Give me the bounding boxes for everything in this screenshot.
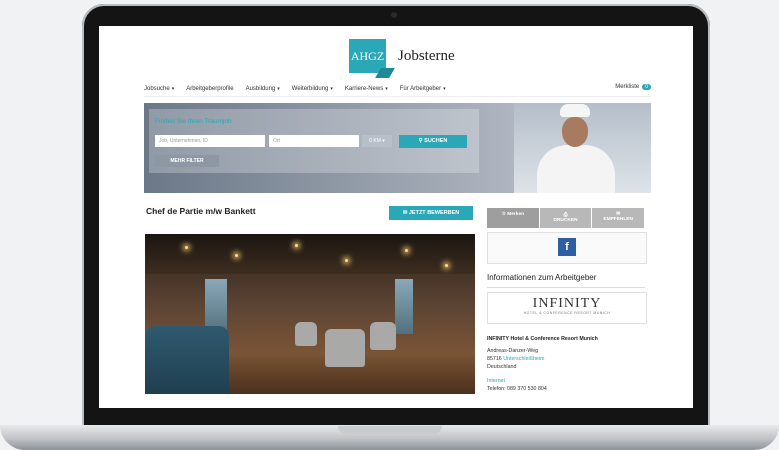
nav-item-arbeitgeberprofile[interactable]: Arbeitgeberprofile xyxy=(186,86,233,92)
radius-select[interactable]: 0 KM ▾ xyxy=(362,135,392,147)
ahgz-logo-badge: AHGZ xyxy=(349,39,386,73)
nav-item-ausbildung[interactable]: Ausbildung ▾ xyxy=(246,86,280,92)
search-button[interactable]: ⚲ SUCHEN xyxy=(399,135,467,148)
drucken-tab[interactable]: ⎙ DRUCKEN xyxy=(539,208,592,228)
facebook-icon[interactable]: f xyxy=(558,238,576,256)
apply-button[interactable]: ✉ JETZT BEWERBEN xyxy=(389,206,473,220)
chef-image xyxy=(514,103,651,193)
search-title: Finden Sie Ihren Traumjob xyxy=(155,118,232,125)
ceiling-light xyxy=(445,264,448,267)
employer-logo-text: INFINITY xyxy=(532,296,602,311)
ceiling-light xyxy=(235,254,238,257)
chef-face xyxy=(562,117,588,147)
location-input[interactable]: Ort xyxy=(269,135,359,147)
star-icon: ☆ xyxy=(501,212,506,217)
webcam xyxy=(391,12,397,18)
chevron-down-icon: ▾ xyxy=(382,138,385,144)
site-name: Jobsterne xyxy=(398,47,455,64)
divider xyxy=(487,287,645,288)
caret-down-icon: ▾ xyxy=(277,86,280,92)
ceiling-light xyxy=(405,249,408,252)
merkliste-link[interactable]: Merkliste 0 xyxy=(615,84,651,90)
nav-item-jobsuche[interactable]: Jobsuche ▾ xyxy=(144,86,174,92)
caret-down-icon: ▾ xyxy=(330,86,333,92)
city-link[interactable]: Unterschleißheim xyxy=(503,356,544,362)
internet-link[interactable]: Internet xyxy=(487,378,505,384)
address-street: Andreas-Danzer-Weg xyxy=(487,348,539,354)
empfehlen-tab[interactable]: ✉ EMPFEHLEN xyxy=(592,208,645,228)
employer-info-title: Informationen zum Arbeitgeber xyxy=(487,273,597,282)
ceiling-light xyxy=(345,259,348,262)
ceiling-light xyxy=(185,246,188,249)
job-actions: ☆ Merken ⎙ DRUCKEN ✉ EMPFEHLEN xyxy=(487,208,645,228)
mail-icon: ✉ xyxy=(402,210,408,216)
search-icon: ⚲ xyxy=(418,138,423,144)
chef-jacket xyxy=(537,145,615,193)
search-hero: Finden Sie Ihren Traumjob Job, Unternehm… xyxy=(144,103,651,193)
hotel-photo xyxy=(145,234,475,394)
nav-item-weiterbildung[interactable]: Weiterbildung ▾ xyxy=(292,86,333,92)
keyword-input[interactable]: Job, Unternehmen, ID xyxy=(155,135,265,147)
company-name: INFINITY Hotel & Conference Resort Munic… xyxy=(487,336,598,342)
laptop-frame: AHGZ Jobsterne Jobsuche ▾ Arbeitgeberprof… xyxy=(82,4,710,432)
main-nav: Jobsuche ▾ Arbeitgeberprofile Ausbildung ▾… xyxy=(144,82,651,97)
browser-screen: AHGZ Jobsterne Jobsuche ▾ Arbeitgeberprof… xyxy=(99,26,693,408)
address-city-line: 85716 Unterschleißheim xyxy=(487,356,545,362)
merken-tab[interactable]: ☆ Merken xyxy=(487,208,539,228)
photo-armchair xyxy=(325,329,365,367)
employer-logo[interactable]: INFINITY HOTEL & CONFERENCE RESORT MUNIC… xyxy=(487,292,647,324)
caret-down-icon: ▾ xyxy=(385,86,388,92)
chef-hat xyxy=(560,104,590,117)
photo-armchair xyxy=(370,322,396,350)
caret-down-icon: ▾ xyxy=(171,86,175,92)
social-share-box: f xyxy=(487,232,647,264)
photo-armchair xyxy=(295,322,317,346)
site-logo[interactable]: AHGZ Jobsterne xyxy=(349,39,455,73)
photo-window xyxy=(395,279,413,334)
address-country: Deutschland xyxy=(487,364,517,370)
nav-item-karriere-news[interactable]: Karriere-News ▾ xyxy=(345,86,388,92)
phone-number: Telefon: 089 370 530 804 xyxy=(487,386,547,392)
more-filter-button[interactable]: MEHR FILTER xyxy=(155,155,219,167)
ceiling-light xyxy=(295,244,298,247)
laptop-notch xyxy=(338,426,442,434)
photo-sofa xyxy=(145,326,229,394)
caret-down-icon: ▾ xyxy=(443,86,446,92)
employer-logo-subtext: HOTEL & CONFERENCE RESORT MUNICH xyxy=(523,311,611,315)
merkliste-count-badge: 0 xyxy=(642,84,651,90)
photo-ceiling xyxy=(145,234,475,274)
job-title: Chef de Partie m/w Bankett xyxy=(146,206,256,216)
nav-item-fuer-arbeitgeber[interactable]: Für Arbeitgeber ▾ xyxy=(400,86,446,92)
